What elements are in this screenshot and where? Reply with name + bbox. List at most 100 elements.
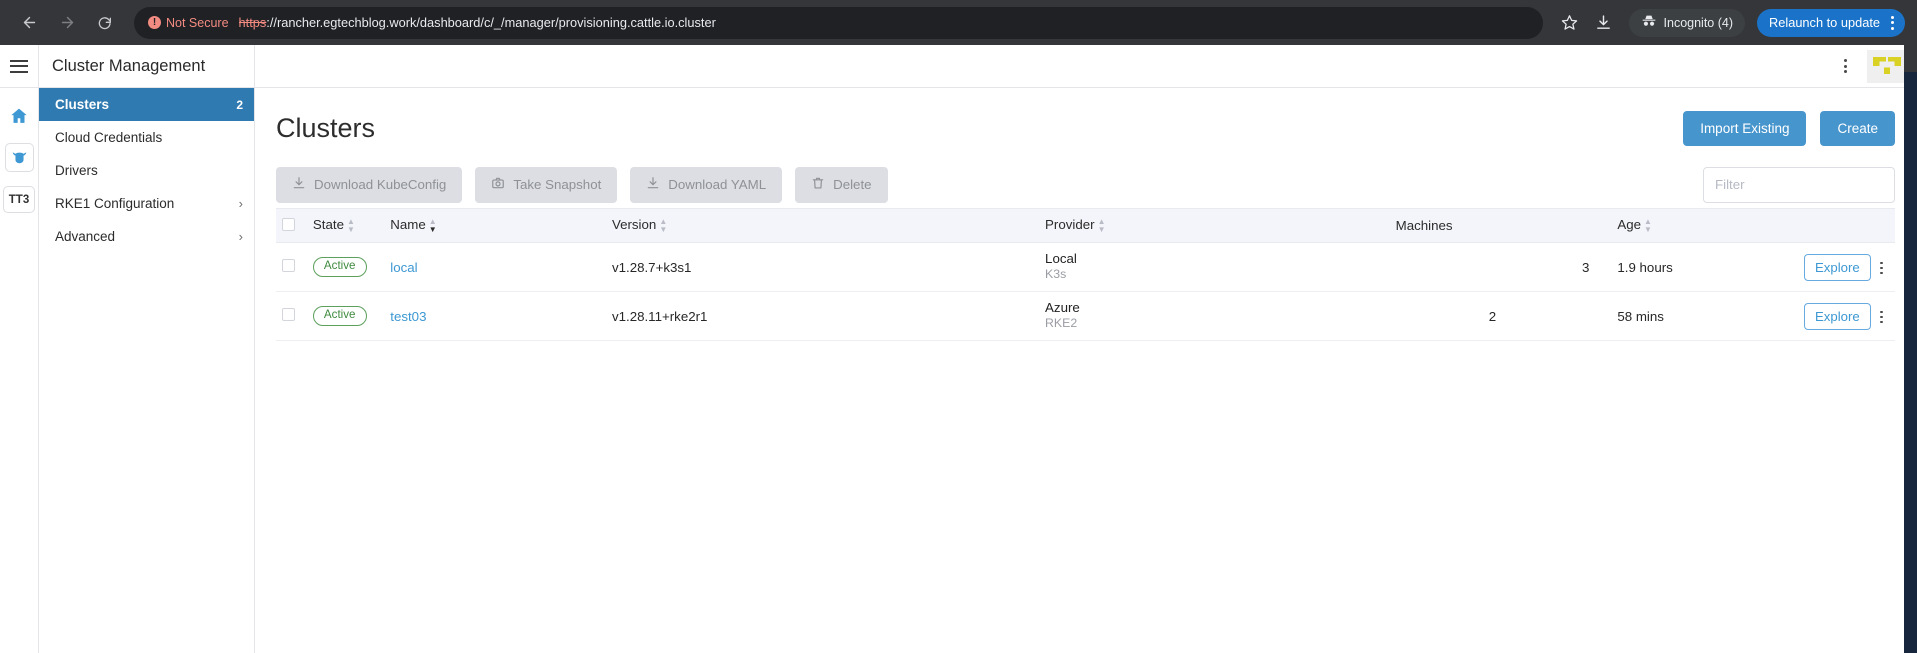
header-kebab-menu-icon[interactable] [1836, 59, 1855, 73]
provider-distro: K3s [1045, 267, 1067, 282]
row-actions-cell: Explore [1735, 242, 1895, 292]
incognito-label: Incognito (4) [1663, 15, 1733, 30]
icon-rail: TT3 [0, 45, 39, 653]
sort-icon: ▲ ▼ [1097, 216, 1106, 234]
download-kubeconfig-button[interactable]: Download KubeConfig [276, 166, 463, 203]
row-age-cell: 58 mins [1611, 291, 1736, 341]
sidebar-item-drivers[interactable]: Drivers [39, 154, 254, 187]
download-icon [292, 176, 306, 193]
chevron-right-icon: › [238, 229, 243, 244]
hamburger-menu-icon [10, 59, 28, 73]
sidebar-item-advanced[interactable]: Advanced › [39, 220, 254, 253]
url-text: https://rancher.egtechblog.work/dashboar… [239, 15, 716, 30]
status-badge: Active [312, 306, 367, 326]
row-checkbox[interactable] [282, 308, 295, 321]
relaunch-label: Relaunch to update [1769, 15, 1880, 30]
incognito-indicator[interactable]: Incognito (4) [1628, 8, 1745, 37]
row-checkbox[interactable] [282, 259, 295, 272]
sidebar-clusters-count: 2 [236, 97, 243, 112]
not-secure-label: Not Secure [166, 15, 229, 30]
star-icon[interactable] [1555, 8, 1585, 38]
hamburger-button[interactable] [0, 45, 38, 88]
machines-count: 2 [1488, 308, 1497, 324]
download-icon [646, 176, 660, 193]
page-title-header: Cluster Management [39, 45, 254, 88]
window-right-strip [1904, 45, 1917, 653]
clusters-table: State ▲ ▼ Name ▲ ▼ Version ▲ ▼ Provider ▲ ▼ Mach [276, 208, 1895, 341]
reload-icon[interactable] [88, 6, 122, 40]
filter-input[interactable] [1703, 166, 1895, 203]
back-icon[interactable] [12, 6, 46, 40]
import-existing-button[interactable]: Import Existing [1683, 110, 1807, 146]
column-header-actions [1735, 208, 1895, 243]
row-select-cell[interactable] [276, 242, 307, 292]
table-row[interactable]: Active test03 v1.28.11+rke2r1 Azure RKE2 [276, 291, 1895, 341]
select-all-header[interactable] [276, 208, 307, 243]
download-icon[interactable] [1589, 8, 1619, 38]
row-state-cell: Active [306, 242, 385, 292]
create-button[interactable]: Create [1820, 110, 1895, 146]
row-age-cell: 1.9 hours [1611, 242, 1736, 292]
row-provider-cell: Azure RKE2 [1039, 291, 1390, 341]
column-header-name[interactable]: Name ▲ ▼ [384, 208, 606, 243]
provider-name: Local [1045, 250, 1077, 266]
row-kebab-menu-icon[interactable] [1874, 260, 1889, 277]
cluster-name-link[interactable]: test03 [390, 309, 426, 324]
button-label: Delete [833, 177, 872, 192]
forward-icon[interactable] [50, 6, 84, 40]
home-icon[interactable] [6, 102, 33, 129]
sort-icon: ▲ ▼ [346, 216, 355, 234]
url-scheme: https [238, 15, 267, 30]
delete-button[interactable]: Delete [795, 166, 888, 203]
chrome-menu-icon[interactable] [1886, 15, 1899, 30]
explore-button[interactable]: Explore [1803, 253, 1871, 281]
top-bar [255, 45, 1917, 88]
row-version-cell: v1.28.7+k3s1 [605, 242, 1040, 292]
cluster-icon[interactable] [4, 143, 34, 172]
sidebar-item-rke1-configuration[interactable]: RKE1 Configuration › [39, 187, 254, 220]
table-row[interactable]: Active local v1.28.7+k3s1 Local K3s 3 1.… [276, 242, 1895, 292]
action-toolbar: Download KubeConfig Take Snapshot Downlo… [276, 150, 1895, 208]
warning-icon: ! [148, 16, 161, 29]
column-label: State [312, 217, 344, 233]
row-version-cell: v1.28.11+rke2r1 [605, 291, 1040, 341]
take-snapshot-button[interactable]: Take Snapshot [475, 166, 618, 203]
column-header-age[interactable]: Age ▲ ▼ [1611, 208, 1736, 243]
sidebar: Cluster Management Clusters 2 Cloud Cred… [39, 45, 255, 653]
column-header-state[interactable]: State ▲ ▼ [306, 208, 385, 243]
chevron-right-icon: › [238, 196, 243, 211]
status-badge: Active [312, 257, 367, 277]
sort-icon: ▲ ▼ [1644, 216, 1652, 234]
machines-count: 3 [1581, 259, 1590, 275]
trash-icon [811, 176, 825, 193]
download-yaml-button[interactable]: Download YAML [630, 166, 783, 203]
sidebar-item-cloud-credentials[interactable]: Cloud Credentials [39, 121, 254, 154]
incognito-icon [1641, 13, 1657, 32]
column-header-version[interactable]: Version ▲ ▼ [605, 208, 1040, 243]
sort-icon: ▲ ▼ [428, 216, 437, 234]
row-select-cell[interactable] [276, 291, 307, 341]
row-machines-cell: 2 [1389, 291, 1612, 341]
row-machines-cell: 3 [1389, 242, 1612, 292]
column-label: Provider [1045, 217, 1095, 233]
main-content: Clusters Import Existing Create Download… [255, 45, 1917, 653]
address-bar[interactable]: ! Not Secure https://rancher.egtechblog.… [134, 6, 1543, 39]
cluster-shortcut-tt3[interactable]: TT3 [3, 186, 35, 213]
row-state-cell: Active [306, 291, 385, 341]
column-header-provider[interactable]: Provider ▲ ▼ [1039, 208, 1390, 243]
row-kebab-menu-icon[interactable] [1874, 309, 1889, 326]
relaunch-to-update-button[interactable]: Relaunch to update [1757, 8, 1905, 37]
row-name-cell: local [384, 242, 606, 292]
camera-icon [491, 176, 505, 193]
sidebar-item-clusters[interactable]: Clusters 2 [39, 88, 254, 121]
button-label: Download KubeConfig [314, 177, 447, 192]
cluster-management-title: Cluster Management [52, 56, 206, 75]
sidebar-item-label: Cloud Credentials [55, 130, 163, 145]
explore-button[interactable]: Explore [1803, 302, 1871, 330]
sidebar-item-label: Advanced [55, 229, 116, 244]
select-all-checkbox[interactable] [282, 217, 295, 231]
cluster-name-link[interactable]: local [390, 260, 417, 275]
content-body: Clusters Import Existing Create Download… [255, 88, 1917, 341]
table-header-row: State ▲ ▼ Name ▲ ▼ Version ▲ ▼ Provider ▲ ▼ Mach [276, 208, 1895, 243]
not-secure-indicator[interactable]: ! Not Secure [148, 16, 229, 30]
